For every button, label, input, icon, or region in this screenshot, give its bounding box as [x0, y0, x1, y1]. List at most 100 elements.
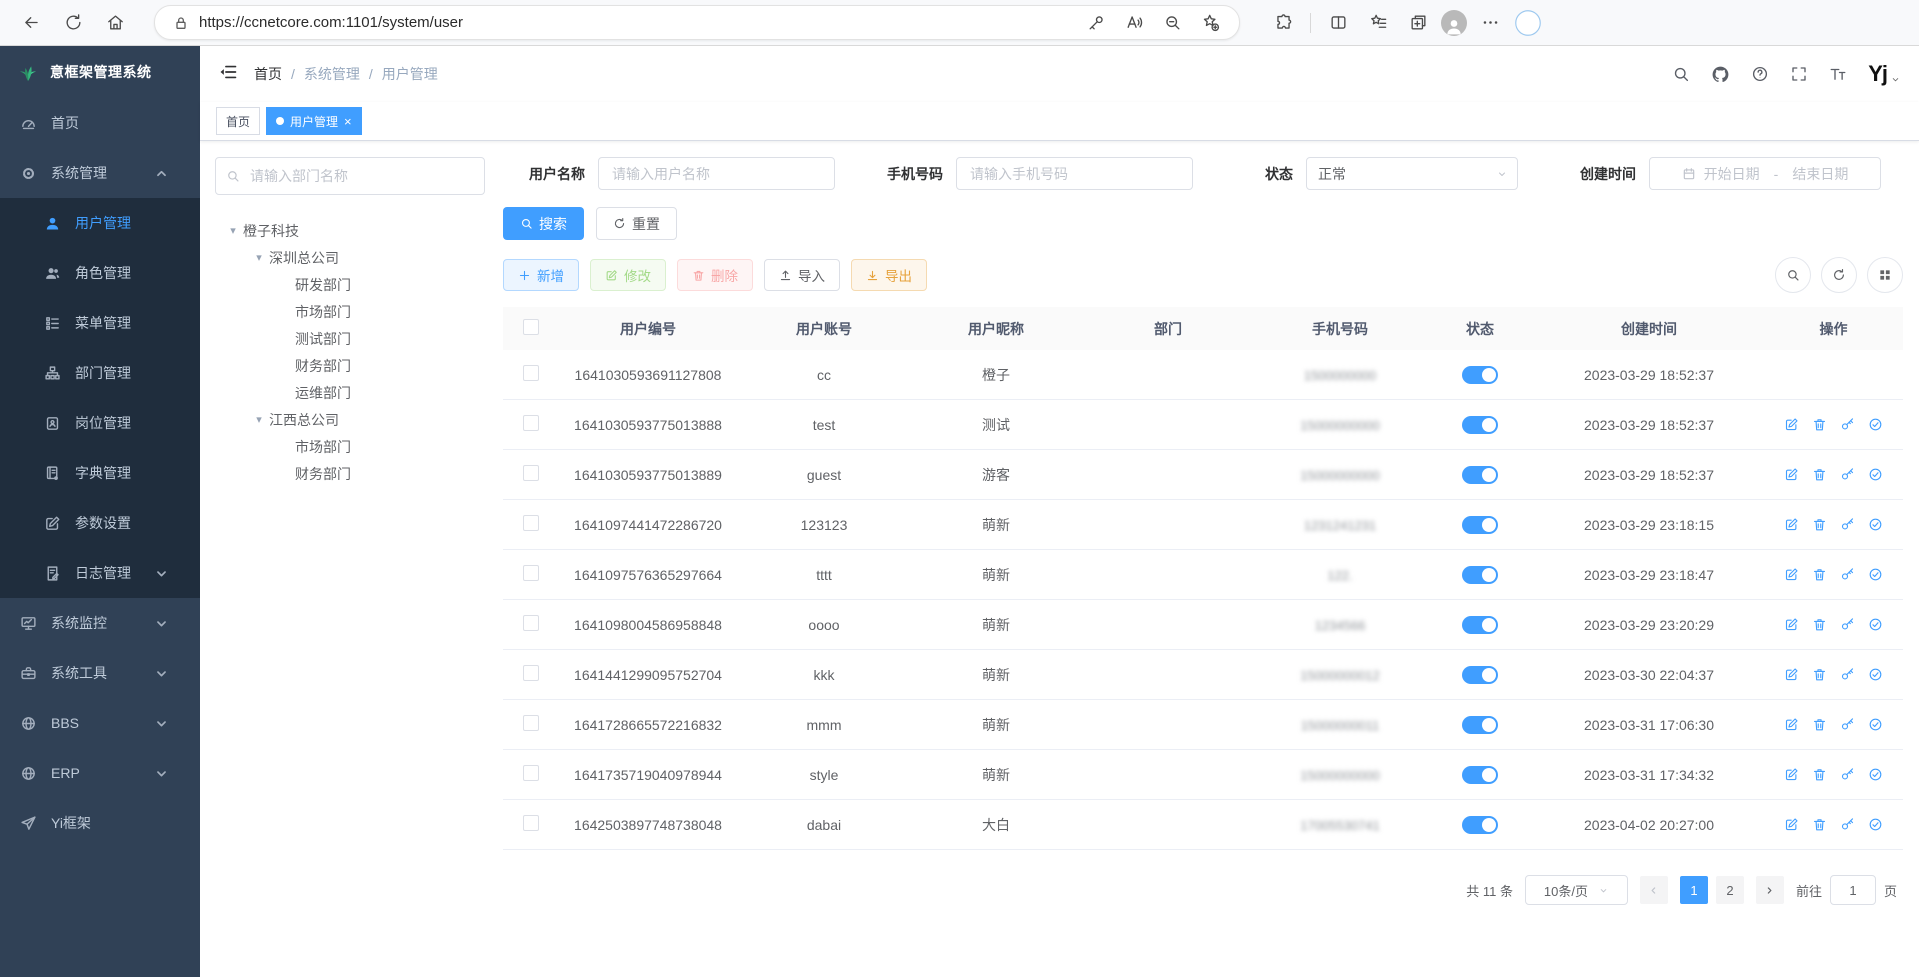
- sidebar-item-system-mgmt[interactable]: 系统管理: [0, 148, 200, 198]
- phone-input[interactable]: [968, 165, 1181, 183]
- reset-password-icon[interactable]: [1840, 767, 1855, 782]
- edit-row-icon[interactable]: [1784, 817, 1799, 832]
- reset-password-icon[interactable]: [1840, 617, 1855, 632]
- browser-back-button[interactable]: [14, 6, 48, 40]
- row-checkbox[interactable]: [523, 615, 539, 631]
- delete-row-icon[interactable]: [1812, 417, 1827, 432]
- dept-search-box[interactable]: [215, 157, 485, 195]
- sidebar-item-role-mgmt[interactable]: 角色管理: [0, 248, 200, 298]
- reset-password-icon[interactable]: [1840, 817, 1855, 832]
- help-icon[interactable]: [1751, 65, 1769, 83]
- sidebar-item-system-monitor[interactable]: 系统监控: [0, 598, 200, 648]
- read-aloud-icon[interactable]: [1117, 6, 1151, 40]
- fullscreen-icon[interactable]: [1790, 65, 1808, 83]
- status-toggle[interactable]: [1462, 716, 1498, 734]
- browser-profile-avatar[interactable]: [1441, 10, 1467, 36]
- row-checkbox[interactable]: [523, 665, 539, 681]
- row-checkbox[interactable]: [523, 815, 539, 831]
- sidebar-item-post-mgmt[interactable]: 岗位管理: [0, 398, 200, 448]
- status-select[interactable]: 正常: [1306, 157, 1518, 190]
- row-checkbox[interactable]: [523, 765, 539, 781]
- tree-node[interactable]: ▾江西总公司: [215, 406, 485, 433]
- split-screen-icon[interactable]: [1321, 6, 1355, 40]
- edit-button[interactable]: 修改: [590, 259, 666, 291]
- sidebar-item-system-tools[interactable]: 系统工具: [0, 648, 200, 698]
- reset-password-icon[interactable]: [1840, 467, 1855, 482]
- tree-node[interactable]: ▾深圳总公司: [215, 244, 485, 271]
- assign-role-icon[interactable]: [1868, 667, 1883, 682]
- sidebar-toggle-icon[interactable]: [218, 62, 238, 87]
- prev-page-button[interactable]: [1640, 876, 1668, 904]
- sidebar-item-menu-mgmt[interactable]: 菜单管理: [0, 298, 200, 348]
- tree-expand-icon[interactable]: ▾: [223, 224, 243, 237]
- browser-menu-icon[interactable]: [1473, 6, 1507, 40]
- sidebar-item-user-mgmt[interactable]: 用户管理: [0, 198, 200, 248]
- assign-role-icon[interactable]: [1868, 767, 1883, 782]
- delete-row-icon[interactable]: [1812, 817, 1827, 832]
- delete-row-icon[interactable]: [1812, 517, 1827, 532]
- reset-password-icon[interactable]: [1840, 667, 1855, 682]
- close-tab-icon[interactable]: ×: [344, 115, 352, 128]
- sidebar-item-erp[interactable]: ERP: [0, 748, 200, 798]
- reset-password-icon[interactable]: [1840, 417, 1855, 432]
- add-button[interactable]: 新增: [503, 259, 579, 291]
- status-toggle[interactable]: [1462, 416, 1498, 434]
- row-checkbox[interactable]: [523, 565, 539, 581]
- row-checkbox[interactable]: [523, 715, 539, 731]
- select-all-checkbox[interactable]: [523, 319, 539, 335]
- reset-password-icon[interactable]: [1840, 567, 1855, 582]
- tree-expand-icon[interactable]: ▾: [249, 413, 269, 426]
- favorite-star-icon[interactable]: [1193, 6, 1227, 40]
- sidebar-item-dept-mgmt[interactable]: 部门管理: [0, 348, 200, 398]
- tree-expand-icon[interactable]: ▾: [249, 251, 269, 264]
- export-button[interactable]: 导出: [851, 259, 927, 291]
- delete-row-icon[interactable]: [1812, 767, 1827, 782]
- status-toggle[interactable]: [1462, 816, 1498, 834]
- reset-password-icon[interactable]: [1840, 517, 1855, 532]
- refresh-table-icon[interactable]: [1821, 257, 1857, 293]
- bing-chat-icon[interactable]: b: [1513, 8, 1543, 38]
- row-checkbox[interactable]: [523, 365, 539, 381]
- goto-page-input[interactable]: [1830, 875, 1876, 905]
- delete-row-icon[interactable]: [1812, 467, 1827, 482]
- edit-row-icon[interactable]: [1784, 517, 1799, 532]
- edit-row-icon[interactable]: [1784, 617, 1799, 632]
- status-toggle[interactable]: [1462, 666, 1498, 684]
- search-button[interactable]: 搜索: [503, 207, 584, 240]
- status-toggle[interactable]: [1462, 566, 1498, 584]
- phone-field[interactable]: [956, 157, 1193, 190]
- reset-password-icon[interactable]: [1840, 717, 1855, 732]
- delete-row-icon[interactable]: [1812, 567, 1827, 582]
- row-checkbox[interactable]: [523, 515, 539, 531]
- delete-row-icon[interactable]: [1812, 717, 1827, 732]
- edit-row-icon[interactable]: [1784, 717, 1799, 732]
- assign-role-icon[interactable]: [1868, 817, 1883, 832]
- lock-icon[interactable]: [173, 15, 189, 31]
- tree-node[interactable]: 市场部门: [215, 433, 485, 460]
- tab-home[interactable]: 首页: [216, 107, 260, 135]
- assign-role-icon[interactable]: [1868, 567, 1883, 582]
- reset-button[interactable]: 重置: [596, 207, 677, 240]
- app-logo[interactable]: 意框架管理系统: [0, 46, 200, 98]
- breadcrumb-system[interactable]: 系统管理: [304, 64, 360, 84]
- row-checkbox[interactable]: [523, 465, 539, 481]
- row-checkbox[interactable]: [523, 415, 539, 431]
- columns-grid-icon[interactable]: [1867, 257, 1903, 293]
- assign-role-icon[interactable]: [1868, 717, 1883, 732]
- password-icon[interactable]: [1079, 6, 1113, 40]
- status-toggle[interactable]: [1462, 516, 1498, 534]
- tree-node[interactable]: 研发部门: [215, 271, 485, 298]
- delete-button[interactable]: 删除: [677, 259, 753, 291]
- sidebar-item-log-mgmt[interactable]: 日志管理: [0, 548, 200, 598]
- username-field[interactable]: [598, 157, 835, 190]
- edit-row-icon[interactable]: [1784, 667, 1799, 682]
- dept-search-input[interactable]: [248, 167, 474, 185]
- sidebar-item-yi-framework[interactable]: Yi框架: [0, 798, 200, 848]
- tree-node[interactable]: ▾橙子科技: [215, 217, 485, 244]
- user-avatar-logo[interactable]: Yj: [1868, 61, 1901, 87]
- assign-role-icon[interactable]: [1868, 417, 1883, 432]
- sidebar-item-bbs[interactable]: BBS: [0, 698, 200, 748]
- edit-row-icon[interactable]: [1784, 767, 1799, 782]
- sidebar-item-param-settings[interactable]: 参数设置: [0, 498, 200, 548]
- sidebar-item-dict-mgmt[interactable]: 字典管理: [0, 448, 200, 498]
